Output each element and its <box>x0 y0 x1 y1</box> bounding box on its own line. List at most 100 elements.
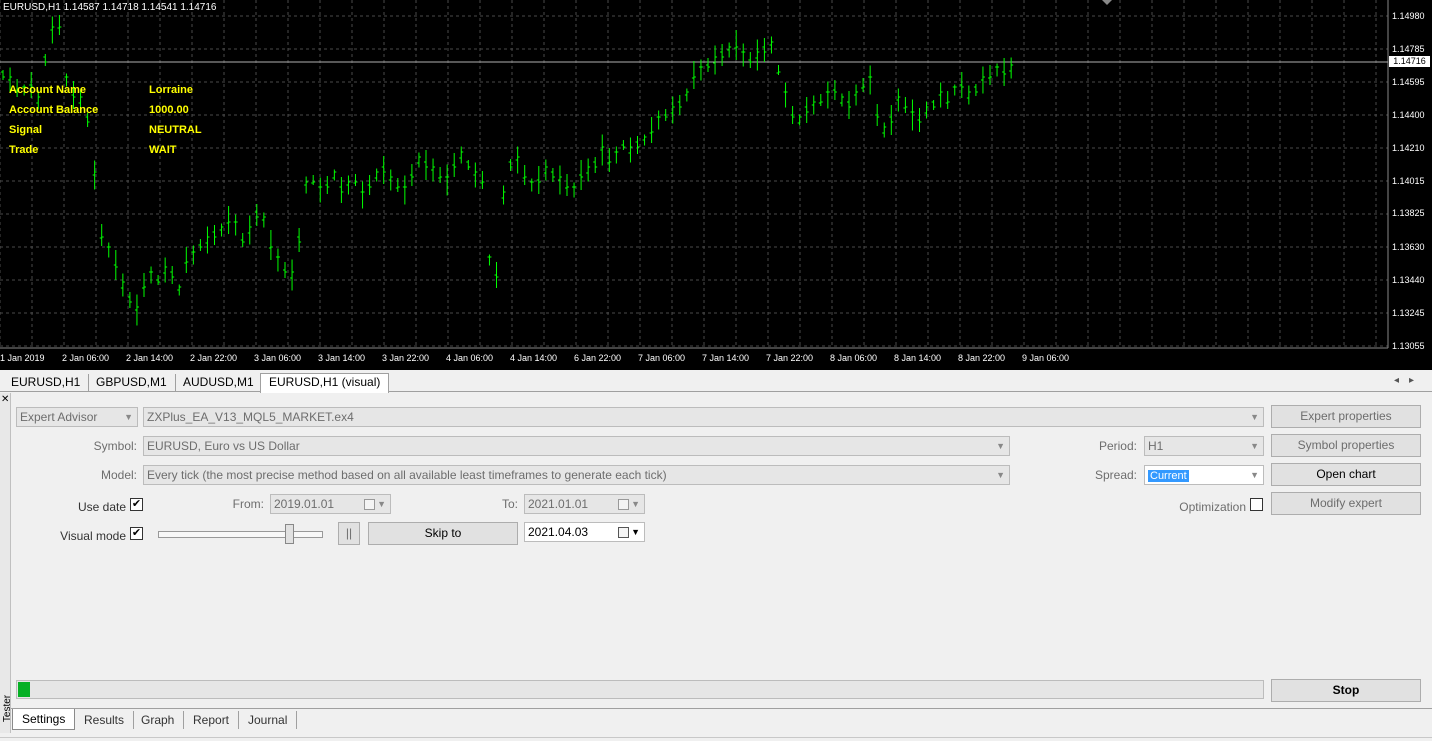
expert-file-select[interactable]: ZXPlus_EA_V13_MQL5_MARKET.ex4 ▼ <box>143 407 1264 427</box>
info-account-balance-label: Account Balance <box>9 104 99 116</box>
price-tick: 1.13055 <box>1392 341 1425 351</box>
price-tick: 1.14210 <box>1392 143 1425 153</box>
symbol-properties-button[interactable]: Symbol properties <box>1271 434 1421 457</box>
model-value: Every tick (the most precise method base… <box>147 468 667 482</box>
tab-report[interactable]: Report <box>184 711 240 729</box>
time-tick: 4 Jan 06:00 <box>446 353 494 363</box>
time-tick: 3 Jan 14:00 <box>318 353 366 363</box>
spread-label: Spread: <box>1094 468 1137 482</box>
chevron-down-icon: ▼ <box>996 441 1005 451</box>
time-tick: 1 Jan 2019 <box>0 353 45 363</box>
info-account-name-value: Lorraine <box>149 84 194 96</box>
from-label: From: <box>232 497 264 511</box>
time-tick: 2 Jan 14:00 <box>126 353 174 363</box>
chart-tab-eurusd-h1-visual[interactable]: EURUSD,H1 (visual) <box>260 373 390 393</box>
visual-mode-checkbox[interactable]: ✔ <box>130 527 143 540</box>
period-value: H1 <box>1148 439 1164 453</box>
time-tick: 3 Jan 06:00 <box>254 353 302 363</box>
calendar-icon <box>618 499 629 510</box>
time-tick: 8 Jan 14:00 <box>894 353 942 363</box>
tab-scroll-arrows[interactable]: ◂▸ <box>1394 375 1424 386</box>
symbol-select[interactable]: EURUSD, Euro vs US Dollar ▼ <box>143 436 1010 456</box>
time-tick: 3 Jan 22:00 <box>382 353 430 363</box>
time-tick: 2 Jan 22:00 <box>190 353 238 363</box>
time-tick: 9 Jan 06:00 <box>1022 353 1070 363</box>
tab-settings[interactable]: Settings <box>12 709 76 730</box>
info-account-balance-value: 1000.00 <box>149 104 189 116</box>
candlestick-chart-canvas[interactable] <box>0 0 1432 370</box>
chart-shift-marker-icon <box>1102 0 1112 5</box>
price-tick: 1.13630 <box>1392 242 1425 252</box>
price-tick: 1.14980 <box>1392 11 1425 21</box>
tester-type-select[interactable]: Expert Advisor ▼ <box>16 407 138 427</box>
symbol-value: EURUSD, Euro vs US Dollar <box>147 439 300 453</box>
time-tick: 8 Jan 06:00 <box>830 353 878 363</box>
visual-mode-label: Visual mode <box>60 529 126 543</box>
skip-to-date-input[interactable]: 2021.04.03 ▼ <box>524 522 645 542</box>
optimization-label: Optimization <box>1179 500 1246 514</box>
close-icon[interactable]: ✕ <box>1 394 9 405</box>
time-tick: 2 Jan 06:00 <box>62 353 110 363</box>
to-label: To: <box>501 497 518 511</box>
visual-speed-slider[interactable] <box>158 531 323 538</box>
model-label: Model: <box>100 468 137 482</box>
chevron-down-icon: ▼ <box>996 470 1005 480</box>
price-tick: 1.13440 <box>1392 275 1425 285</box>
stop-button[interactable]: Stop <box>1271 679 1421 702</box>
use-date-checkbox[interactable]: ✔ <box>130 498 143 511</box>
price-chart[interactable]: EURUSD,H1 1.14587 1.14718 1.14541 1.1471… <box>0 0 1432 370</box>
optimization-checkbox[interactable] <box>1250 498 1263 511</box>
model-select[interactable]: Every tick (the most precise method base… <box>143 465 1010 485</box>
spread-select[interactable]: Current ▼ <box>1144 465 1264 485</box>
info-account-name-label: Account Name <box>9 84 87 96</box>
visual-speed-slider-thumb[interactable] <box>285 524 294 544</box>
chart-header-quote: EURUSD,H1 1.14587 1.14718 1.14541 1.1471… <box>3 2 217 13</box>
time-tick: 6 Jan 22:00 <box>574 353 622 363</box>
chevron-down-icon: ▼ <box>377 499 386 509</box>
symbol-label: Symbol: <box>93 439 137 453</box>
spread-value: Current <box>1148 470 1189 482</box>
tab-journal[interactable]: Journal <box>239 711 298 729</box>
strategy-tester-panel: ✕ Tester Expert Advisor ▼ ZXPlus_EA_V13_… <box>0 393 1432 741</box>
chart-tab-audusd-m1[interactable]: AUDUSD,M1 <box>175 374 263 392</box>
chart-tab-bar: EURUSD,H1 GBPUSD,M1 AUDUSD,M1 EURUSD,H1 … <box>0 372 1432 393</box>
skip-to-button[interactable]: Skip to <box>368 522 518 545</box>
info-signal-label: Signal <box>9 124 43 136</box>
time-tick: 8 Jan 22:00 <box>958 353 1006 363</box>
tab-results[interactable]: Results <box>75 711 135 729</box>
modify-expert-button[interactable]: Modify expert <box>1271 492 1421 515</box>
to-date-input[interactable]: 2021.01.01 ▼ <box>524 494 645 514</box>
from-date-input[interactable]: 2019.01.01 ▼ <box>270 494 391 514</box>
price-tick: 1.14785 <box>1392 44 1425 54</box>
chevron-down-icon: ▼ <box>631 499 640 509</box>
skip-to-date-value: 2021.04.03 <box>528 525 589 539</box>
use-date-label: Use date <box>77 500 126 514</box>
chevron-down-icon: ▼ <box>1250 412 1259 422</box>
status-bar <box>0 737 1432 741</box>
test-progress-bar <box>16 680 1264 699</box>
chart-tab-eurusd-h1[interactable]: EURUSD,H1 <box>3 374 90 392</box>
expert-properties-button[interactable]: Expert properties <box>1271 405 1421 428</box>
chevron-down-icon: ▼ <box>631 527 640 537</box>
open-chart-button[interactable]: Open chart <box>1271 463 1421 486</box>
chevron-down-icon: ▼ <box>1250 470 1259 480</box>
time-tick: 7 Jan 14:00 <box>702 353 750 363</box>
time-tick: 7 Jan 22:00 <box>766 353 814 363</box>
chart-tab-gbpusd-m1[interactable]: GBPUSD,M1 <box>88 374 176 392</box>
test-progress-fill <box>18 682 30 697</box>
pause-button[interactable]: || <box>338 522 360 545</box>
expert-file-value: ZXPlus_EA_V13_MQL5_MARKET.ex4 <box>147 410 354 424</box>
price-tick: 1.13245 <box>1392 308 1425 318</box>
period-select[interactable]: H1 ▼ <box>1144 436 1264 456</box>
tab-graph[interactable]: Graph <box>132 711 185 729</box>
price-tick: 1.14400 <box>1392 110 1425 120</box>
info-trade-label: Trade <box>9 144 39 156</box>
price-tick: 1.14595 <box>1392 77 1425 87</box>
chevron-down-icon: ▼ <box>1250 441 1259 451</box>
tester-tab-bar: Settings Results Graph Report Journal <box>11 708 1432 730</box>
current-price-tag: 1.14716 <box>1389 56 1430 67</box>
price-tick: 1.14015 <box>1392 176 1425 186</box>
chevron-down-icon: ▼ <box>124 412 133 422</box>
from-date-value: 2019.01.01 <box>274 497 335 511</box>
time-tick: 4 Jan 14:00 <box>510 353 558 363</box>
